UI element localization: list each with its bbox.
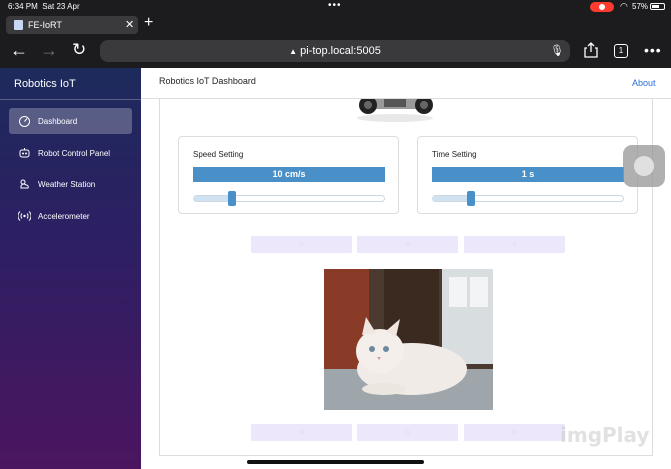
status-bar: 6:34 PM Sat 23 Apr ••• ◠ 57% bbox=[0, 0, 671, 14]
speed-slider-fill bbox=[194, 196, 232, 201]
control-button-5[interactable]: ◌ bbox=[357, 424, 458, 441]
camera-feed-image bbox=[324, 269, 493, 410]
watermark-logo: imgPlay bbox=[560, 423, 650, 447]
sidebar-item-label: Accelerometer bbox=[38, 212, 90, 221]
lock-icon: ▲ bbox=[289, 47, 298, 56]
status-time: 6:34 PM Sat 23 Apr bbox=[8, 2, 80, 11]
url-bar[interactable]: ▲ pi-top.local:5005 🎙 bbox=[100, 40, 570, 62]
more-options-icon[interactable]: ••• bbox=[644, 42, 662, 58]
time-slider-fill bbox=[433, 196, 471, 201]
browser-toolbar: ← → ↻ ▲ pi-top.local:5005 🎙 1 ••• bbox=[0, 36, 671, 68]
loading-icon: ◌ bbox=[405, 429, 410, 436]
speed-setting-card: Speed Setting 10 cm/s bbox=[178, 136, 399, 214]
control-button-1[interactable]: ◌ bbox=[251, 236, 352, 253]
speed-slider[interactable] bbox=[193, 191, 385, 206]
sidebar-item-dashboard[interactable]: Dashboard bbox=[9, 108, 132, 134]
new-tab-icon[interactable]: + bbox=[144, 14, 153, 32]
close-tab-icon[interactable]: ✕ bbox=[125, 18, 134, 31]
screen-record-icon[interactable] bbox=[590, 2, 614, 12]
weather-icon bbox=[20, 179, 29, 189]
loading-icon: ◌ bbox=[299, 429, 304, 436]
loading-icon: ◌ bbox=[512, 429, 517, 436]
loading-icon: ◌ bbox=[512, 241, 517, 248]
sidebar-brand: Robotics IoT bbox=[14, 78, 76, 90]
broadcast-icon bbox=[18, 211, 31, 221]
sidebar-item-accelerometer[interactable]: Accelerometer bbox=[9, 203, 132, 229]
home-indicator[interactable] bbox=[247, 460, 424, 464]
browser-tab[interactable]: FE-IoRT ✕ bbox=[6, 16, 138, 34]
speed-value-bar: 10 cm/s bbox=[193, 167, 385, 182]
dashboard-content: Speed Setting 10 cm/s Time Setting 1 s ◌… bbox=[159, 99, 653, 456]
time-value-bar: 1 s bbox=[432, 167, 624, 182]
speed-slider-handle[interactable] bbox=[228, 191, 236, 206]
sidebar: Robotics IoT Dashboard Robot Control Pan… bbox=[0, 68, 141, 469]
robot-icon bbox=[19, 148, 30, 158]
time-slider-handle[interactable] bbox=[467, 191, 475, 206]
battery-percent: 57% bbox=[632, 2, 649, 11]
time-setting-title: Time Setting bbox=[432, 150, 477, 159]
time-setting-card: Time Setting 1 s bbox=[417, 136, 638, 214]
control-button-2[interactable]: ◌ bbox=[357, 236, 458, 253]
tab-title: FE-IoRT bbox=[28, 20, 62, 30]
control-button-6[interactable]: ◌ bbox=[464, 424, 565, 441]
control-button-4[interactable]: ◌ bbox=[251, 424, 352, 441]
main-panel: Robotics IoT Dashboard About Speed Setti… bbox=[141, 68, 671, 469]
share-icon[interactable] bbox=[584, 42, 598, 58]
speed-setting-title: Speed Setting bbox=[193, 150, 244, 159]
loading-icon: ◌ bbox=[299, 241, 304, 248]
page-title: Robotics IoT Dashboard bbox=[159, 76, 256, 86]
control-button-3[interactable]: ◌ bbox=[464, 236, 565, 253]
page-favicon-icon bbox=[14, 20, 23, 30]
robot-image bbox=[357, 99, 433, 122]
sidebar-item-label: Robot Control Panel bbox=[38, 149, 111, 158]
sidebar-item-label: Weather Station bbox=[38, 180, 96, 189]
sidebar-item-robot-control-panel[interactable]: Robot Control Panel bbox=[9, 140, 132, 166]
battery-icon bbox=[650, 3, 665, 10]
assistive-touch-button[interactable] bbox=[623, 145, 665, 187]
microphone-icon[interactable]: 🎙 bbox=[550, 40, 564, 62]
sidebar-item-weather-station[interactable]: Weather Station bbox=[9, 171, 132, 197]
url-text: pi-top.local:5005 bbox=[300, 45, 381, 57]
about-link[interactable]: About bbox=[632, 78, 656, 88]
tab-bar: FE-IoRT ✕ + bbox=[0, 14, 671, 36]
multitasking-dots-icon[interactable]: ••• bbox=[328, 0, 342, 11]
forward-arrow-icon[interactable]: → bbox=[40, 40, 58, 61]
gauge-icon bbox=[19, 116, 30, 127]
sidebar-item-label: Dashboard bbox=[38, 117, 78, 126]
loading-icon: ◌ bbox=[405, 241, 410, 248]
page-header: Robotics IoT Dashboard About bbox=[141, 68, 671, 99]
tabs-overview-icon[interactable]: 1 bbox=[614, 44, 628, 58]
wifi-icon: ◠ bbox=[620, 1, 628, 11]
reload-icon[interactable]: ↻ bbox=[72, 40, 86, 60]
time-slider[interactable] bbox=[432, 191, 624, 206]
sidebar-divider bbox=[0, 99, 141, 100]
back-arrow-icon[interactable]: ← bbox=[10, 40, 28, 61]
